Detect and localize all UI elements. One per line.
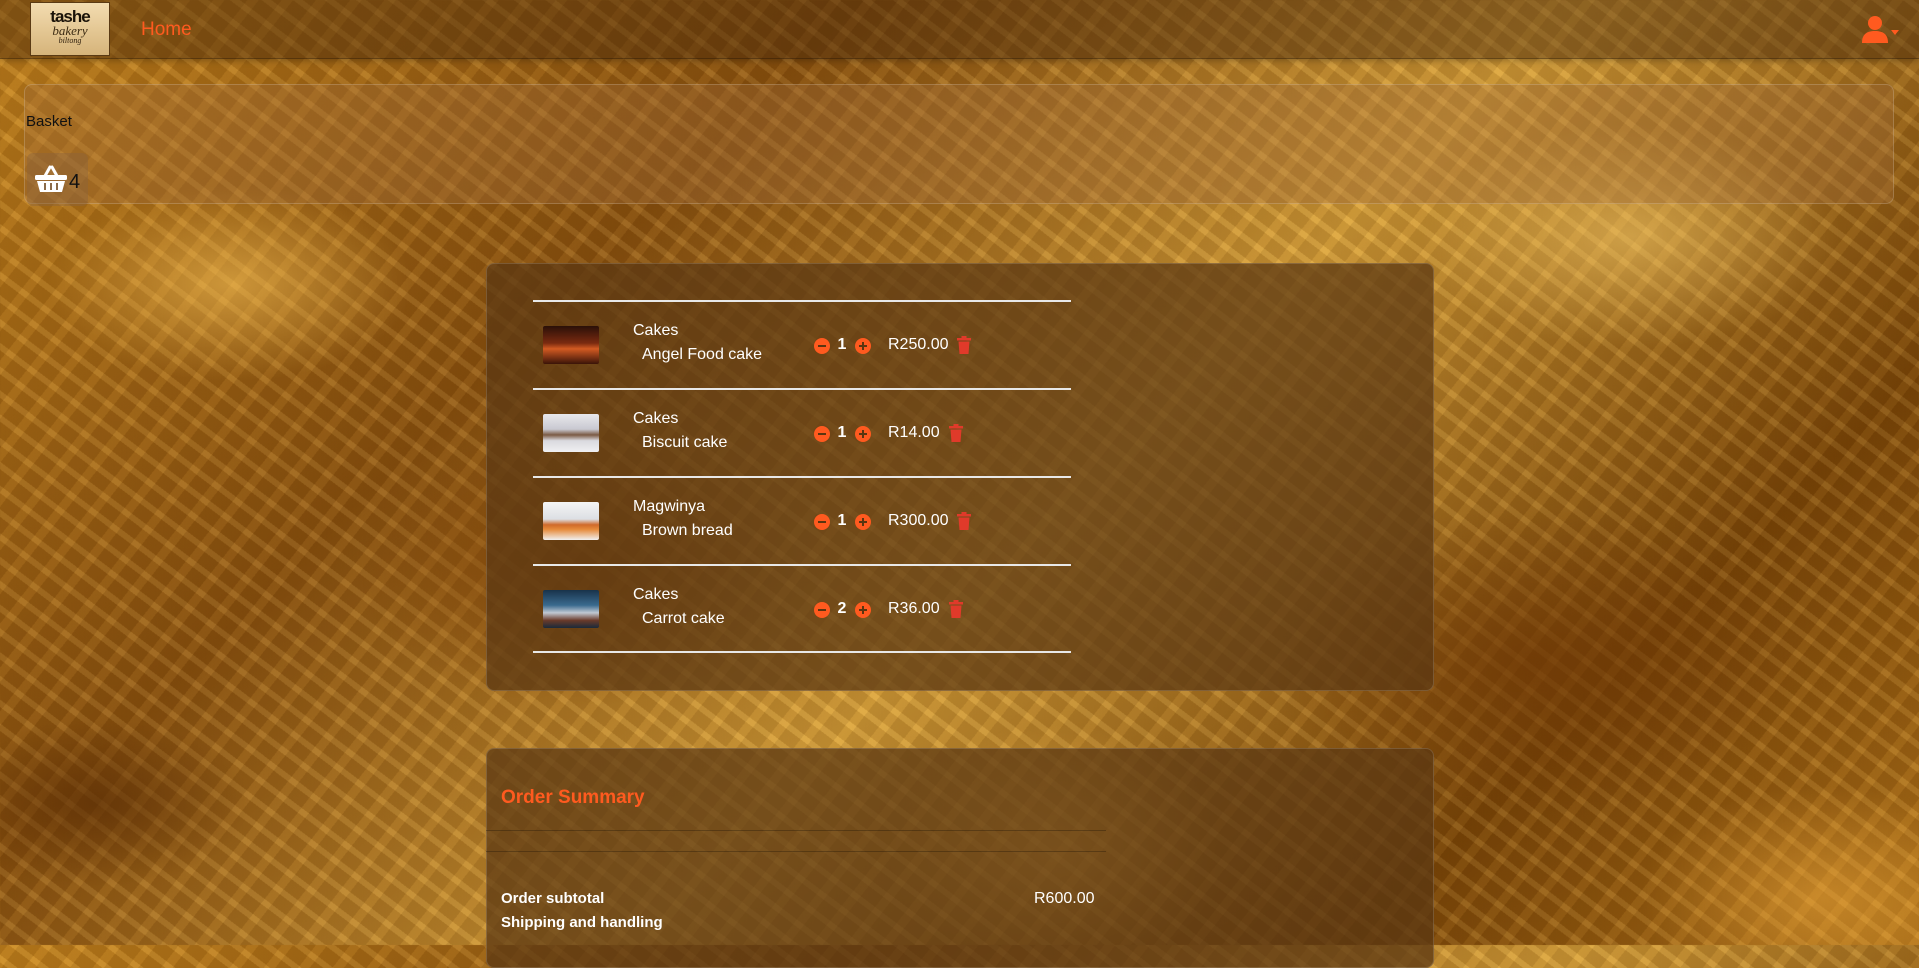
basket-count: 4: [69, 171, 81, 193]
order-summary-title: Order Summary: [501, 787, 645, 808]
product-image: [543, 502, 599, 540]
product-category: Cakes: [633, 586, 679, 603]
cart-item: Cakes Biscuit cake 1 R14.00: [533, 390, 1071, 476]
product-name: Biscuit cake: [642, 434, 728, 451]
item-price: R14.00: [888, 424, 940, 441]
nav-home-link[interactable]: Home: [141, 19, 192, 41]
item-price: R250.00: [888, 336, 949, 353]
product-image: [543, 590, 599, 628]
navbar: tashe bakery biltong Home: [0, 0, 1919, 59]
subtotal-label: Order subtotal: [501, 890, 605, 907]
summary-divider: [486, 830, 1106, 831]
basket-panel: [24, 84, 1894, 204]
basket-icon: [35, 165, 67, 192]
product-name: Angel Food cake: [642, 346, 763, 363]
product-image: [543, 414, 599, 452]
logo-line-3: biltong: [58, 36, 82, 45]
minus-circle-icon[interactable]: [814, 602, 830, 618]
trash-icon[interactable]: [949, 424, 963, 442]
subtotal-value: R600.00: [1034, 890, 1095, 907]
plus-circle-icon[interactable]: [855, 338, 871, 354]
summary-divider: [486, 851, 1106, 852]
shipping-label: Shipping and handling: [501, 914, 663, 931]
trash-icon[interactable]: [949, 600, 963, 618]
item-price: R300.00: [888, 512, 949, 529]
order-summary-card: [486, 748, 1434, 968]
trash-icon[interactable]: [957, 512, 971, 530]
quantity-value: 1: [837, 336, 847, 353]
product-category: Magwinya: [633, 498, 706, 515]
minus-circle-icon[interactable]: [814, 426, 830, 442]
user-icon: [1862, 16, 1888, 43]
trash-icon[interactable]: [957, 336, 971, 354]
plus-circle-icon[interactable]: [855, 426, 871, 442]
plus-circle-icon[interactable]: [855, 602, 871, 618]
cart-item: Cakes Angel Food cake 1 R250.00: [533, 302, 1071, 388]
basket-title: Basket: [26, 113, 72, 130]
basket-button[interactable]: 4: [27, 153, 88, 206]
caret-down-icon: [1891, 30, 1899, 35]
quantity-value: 1: [837, 512, 847, 529]
item-price: R36.00: [888, 600, 940, 617]
minus-circle-icon[interactable]: [814, 338, 830, 354]
cart-item: Cakes Carrot cake 2 R36.00: [533, 566, 1071, 652]
quantity-value: 1: [837, 424, 847, 441]
product-name: Brown bread: [642, 522, 733, 539]
quantity-value: 2: [837, 600, 847, 617]
product-category: Cakes: [633, 410, 679, 427]
product-name: Carrot cake: [642, 610, 725, 627]
product-category: Cakes: [633, 322, 679, 339]
user-menu-dropdown[interactable]: [1861, 14, 1899, 44]
cart-item: Magwinya Brown bread 1 R300.00: [533, 478, 1071, 564]
minus-circle-icon[interactable]: [814, 514, 830, 530]
product-image: [543, 326, 599, 364]
plus-circle-icon[interactable]: [855, 514, 871, 530]
brand-logo[interactable]: tashe bakery biltong: [30, 2, 110, 56]
